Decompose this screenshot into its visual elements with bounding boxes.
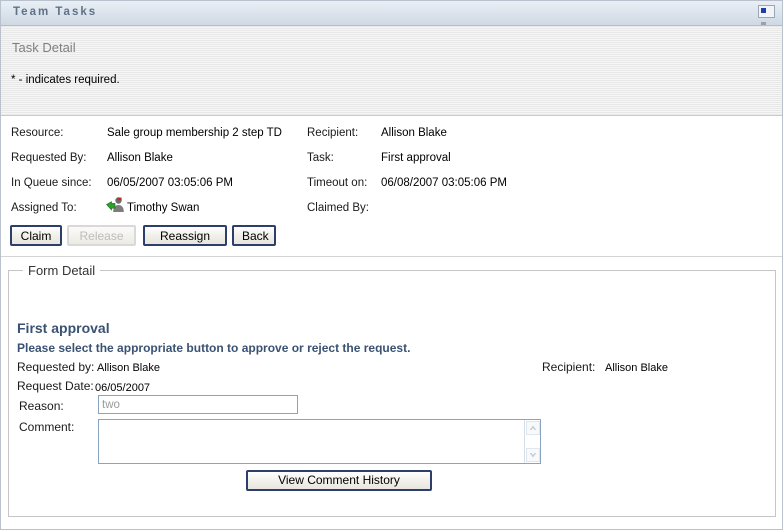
form-value-request-date: 06/05/2007 xyxy=(95,382,151,394)
label-resource: Resource: xyxy=(11,127,64,139)
label-recipient: Recipient: xyxy=(307,127,359,139)
scroll-down-icon[interactable] xyxy=(526,448,540,462)
page-title: Team Tasks xyxy=(13,6,98,18)
label-timeout-on: Timeout on: xyxy=(307,177,368,189)
portlet-title-bar: Team Tasks xyxy=(1,1,782,26)
scroll-up-icon[interactable] xyxy=(526,421,540,435)
back-button[interactable]: Back xyxy=(232,225,276,246)
task-detail-fields: Resource: Sale group membership 2 step T… xyxy=(1,116,782,224)
label-assigned-to: Assigned To: xyxy=(11,202,77,214)
form-label-request-date: Request Date: xyxy=(17,379,94,393)
value-recipient: Allison Blake xyxy=(381,127,447,139)
comment-scrollbar[interactable] xyxy=(524,420,540,463)
task-action-bar: Claim Release Reassign Back xyxy=(1,224,782,257)
label-task: Task: xyxy=(307,152,334,164)
form-detail-legend: Form Detail xyxy=(23,263,101,278)
label-claimed-by: Claimed By: xyxy=(307,202,369,214)
form-detail-panel: Form Detail First approval Please select… xyxy=(8,263,776,517)
user-assign-icon xyxy=(105,196,127,214)
section-heading-task-detail: Task Detail xyxy=(12,40,76,55)
comment-field-wrapper xyxy=(98,419,541,464)
form-value-recipient: Allison Blake xyxy=(605,362,668,374)
reason-input[interactable] xyxy=(98,395,298,414)
required-fields-note: * - indicates required. xyxy=(11,74,120,86)
team-tasks-portlet: Team Tasks Task Detail * - indicates req… xyxy=(0,0,783,530)
panel-restore-icon[interactable] xyxy=(758,5,775,25)
form-label-comment: Comment: xyxy=(19,420,75,434)
label-requested-by: Requested By: xyxy=(11,152,87,164)
form-label-requested-by: Requested by: xyxy=(17,360,95,374)
form-title: First approval xyxy=(17,320,110,336)
view-comment-history-button[interactable]: View Comment History xyxy=(246,470,432,491)
value-resource: Sale group membership 2 step TD xyxy=(107,127,282,139)
form-value-requested-by: Allison Blake xyxy=(97,362,160,374)
panel-restore-icon-blue-square xyxy=(761,8,766,13)
value-task: First approval xyxy=(381,152,451,164)
form-label-reason: Reason: xyxy=(19,399,64,413)
value-in-queue-since: 06/05/2007 03:05:06 PM xyxy=(107,177,233,189)
comment-input[interactable] xyxy=(99,420,521,463)
form-label-recipient: Recipient: xyxy=(542,360,596,374)
form-instruction: Please select the appropriate button to … xyxy=(17,341,411,355)
value-requested-by: Allison Blake xyxy=(107,152,173,164)
value-assigned-to: Timothy Swan xyxy=(127,202,200,214)
value-timeout-on: 06/08/2007 03:05:06 PM xyxy=(381,177,507,189)
task-detail-intro-band: Task Detail * - indicates required. xyxy=(1,26,782,116)
reassign-button[interactable]: Reassign xyxy=(143,225,227,246)
claim-button[interactable]: Claim xyxy=(10,225,62,246)
release-button: Release xyxy=(67,225,136,246)
label-in-queue-since: In Queue since: xyxy=(11,177,92,189)
